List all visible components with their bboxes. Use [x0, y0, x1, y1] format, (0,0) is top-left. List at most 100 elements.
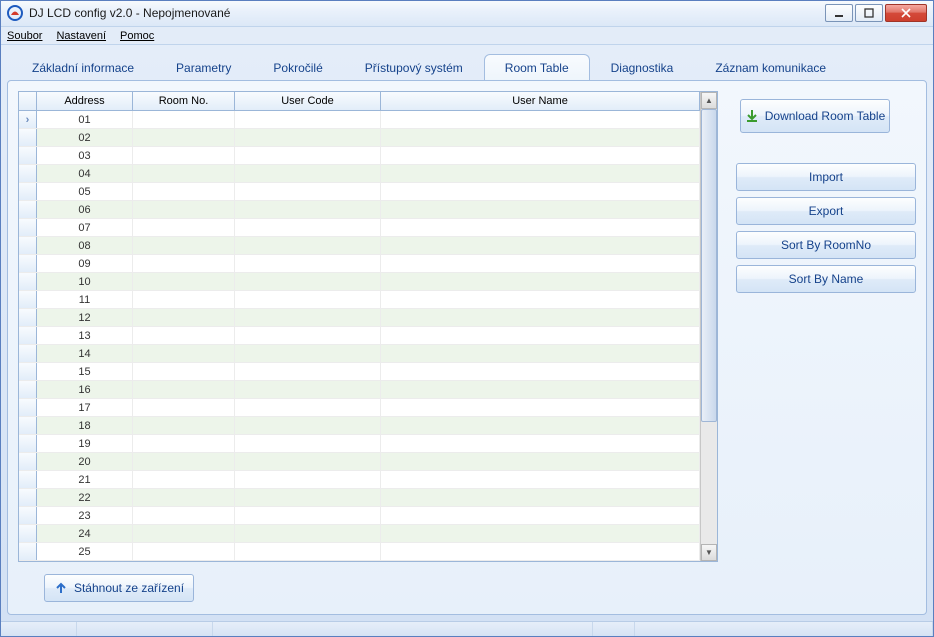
scroll-up-icon[interactable]: ▲: [701, 92, 717, 109]
grid-scrollbar[interactable]: ▲ ▼: [700, 92, 717, 561]
cell-name[interactable]: [381, 525, 700, 542]
cell-room[interactable]: [133, 435, 235, 452]
cell-code[interactable]: [235, 489, 381, 506]
table-row[interactable]: 02: [19, 129, 700, 147]
cell-code[interactable]: [235, 453, 381, 470]
cell-code[interactable]: [235, 273, 381, 290]
menu-help[interactable]: Pomoc: [120, 30, 154, 42]
cell-address[interactable]: 03: [37, 147, 133, 164]
cell-code[interactable]: [235, 525, 381, 542]
table-row[interactable]: 24: [19, 525, 700, 543]
cell-name[interactable]: [381, 129, 700, 146]
table-row[interactable]: 08: [19, 237, 700, 255]
cell-code[interactable]: [235, 399, 381, 416]
cell-room[interactable]: [133, 417, 235, 434]
cell-room[interactable]: [133, 327, 235, 344]
cell-room[interactable]: [133, 345, 235, 362]
cell-address[interactable]: 19: [37, 435, 133, 452]
cell-room[interactable]: [133, 273, 235, 290]
cell-room[interactable]: [133, 237, 235, 254]
cell-room[interactable]: [133, 219, 235, 236]
cell-code[interactable]: [235, 543, 381, 560]
cell-name[interactable]: [381, 453, 700, 470]
cell-name[interactable]: [381, 255, 700, 272]
cell-name[interactable]: [381, 291, 700, 308]
cell-name[interactable]: [381, 399, 700, 416]
scroll-thumb[interactable]: [701, 109, 717, 422]
cell-address[interactable]: 14: [37, 345, 133, 362]
cell-name[interactable]: [381, 309, 700, 326]
cell-address[interactable]: 05: [37, 183, 133, 200]
cell-name[interactable]: [381, 381, 700, 398]
cell-name[interactable]: [381, 201, 700, 218]
cell-address[interactable]: 24: [37, 525, 133, 542]
cell-name[interactable]: [381, 147, 700, 164]
grid-header-room[interactable]: Room No.: [133, 92, 235, 110]
cell-code[interactable]: [235, 363, 381, 380]
cell-name[interactable]: [381, 489, 700, 506]
cell-room[interactable]: [133, 111, 235, 128]
cell-code[interactable]: [235, 147, 381, 164]
table-row[interactable]: 18: [19, 417, 700, 435]
cell-room[interactable]: [133, 147, 235, 164]
cell-name[interactable]: [381, 219, 700, 236]
cell-code[interactable]: [235, 237, 381, 254]
table-row[interactable]: 10: [19, 273, 700, 291]
export-button[interactable]: Export: [736, 197, 916, 225]
cell-room[interactable]: [133, 543, 235, 560]
cell-room[interactable]: [133, 525, 235, 542]
cell-address[interactable]: 21: [37, 471, 133, 488]
cell-name[interactable]: [381, 507, 700, 524]
table-row[interactable]: 09: [19, 255, 700, 273]
cell-address[interactable]: 23: [37, 507, 133, 524]
table-row[interactable]: 16: [19, 381, 700, 399]
cell-code[interactable]: [235, 111, 381, 128]
cell-room[interactable]: [133, 363, 235, 380]
table-row[interactable]: 25: [19, 543, 700, 561]
cell-code[interactable]: [235, 435, 381, 452]
cell-room[interactable]: [133, 381, 235, 398]
cell-address[interactable]: 25: [37, 543, 133, 560]
table-row[interactable]: 15: [19, 363, 700, 381]
table-row[interactable]: 21: [19, 471, 700, 489]
close-button[interactable]: [885, 4, 927, 22]
grid-header-address[interactable]: Address: [37, 92, 133, 110]
cell-name[interactable]: [381, 435, 700, 452]
table-row[interactable]: 13: [19, 327, 700, 345]
tab-basic-info[interactable]: Základní informace: [11, 54, 155, 81]
cell-code[interactable]: [235, 219, 381, 236]
cell-code[interactable]: [235, 471, 381, 488]
table-row[interactable]: 07: [19, 219, 700, 237]
table-row[interactable]: 03: [19, 147, 700, 165]
table-row[interactable]: 23: [19, 507, 700, 525]
table-row[interactable]: 20: [19, 453, 700, 471]
cell-name[interactable]: [381, 273, 700, 290]
table-row[interactable]: ›01: [19, 111, 700, 129]
cell-address[interactable]: 12: [37, 309, 133, 326]
cell-address[interactable]: 16: [37, 381, 133, 398]
grid-header-code[interactable]: User Code: [235, 92, 381, 110]
cell-address[interactable]: 02: [37, 129, 133, 146]
cell-address[interactable]: 20: [37, 453, 133, 470]
cell-name[interactable]: [381, 363, 700, 380]
cell-code[interactable]: [235, 201, 381, 218]
cell-room[interactable]: [133, 129, 235, 146]
cell-code[interactable]: [235, 417, 381, 434]
tab-access-system[interactable]: Přístupový systém: [344, 54, 484, 81]
cell-room[interactable]: [133, 399, 235, 416]
cell-address[interactable]: 13: [37, 327, 133, 344]
table-row[interactable]: 17: [19, 399, 700, 417]
table-row[interactable]: 19: [19, 435, 700, 453]
menu-file[interactable]: Soubor: [7, 30, 42, 42]
cell-name[interactable]: [381, 165, 700, 182]
table-row[interactable]: 12: [19, 309, 700, 327]
scroll-down-icon[interactable]: ▼: [701, 544, 717, 561]
cell-room[interactable]: [133, 291, 235, 308]
cell-name[interactable]: [381, 543, 700, 560]
cell-name[interactable]: [381, 183, 700, 200]
cell-room[interactable]: [133, 183, 235, 200]
scroll-track[interactable]: [701, 109, 717, 544]
cell-name[interactable]: [381, 111, 700, 128]
cell-address[interactable]: 06: [37, 201, 133, 218]
tab-parameters[interactable]: Parametry: [155, 54, 252, 81]
